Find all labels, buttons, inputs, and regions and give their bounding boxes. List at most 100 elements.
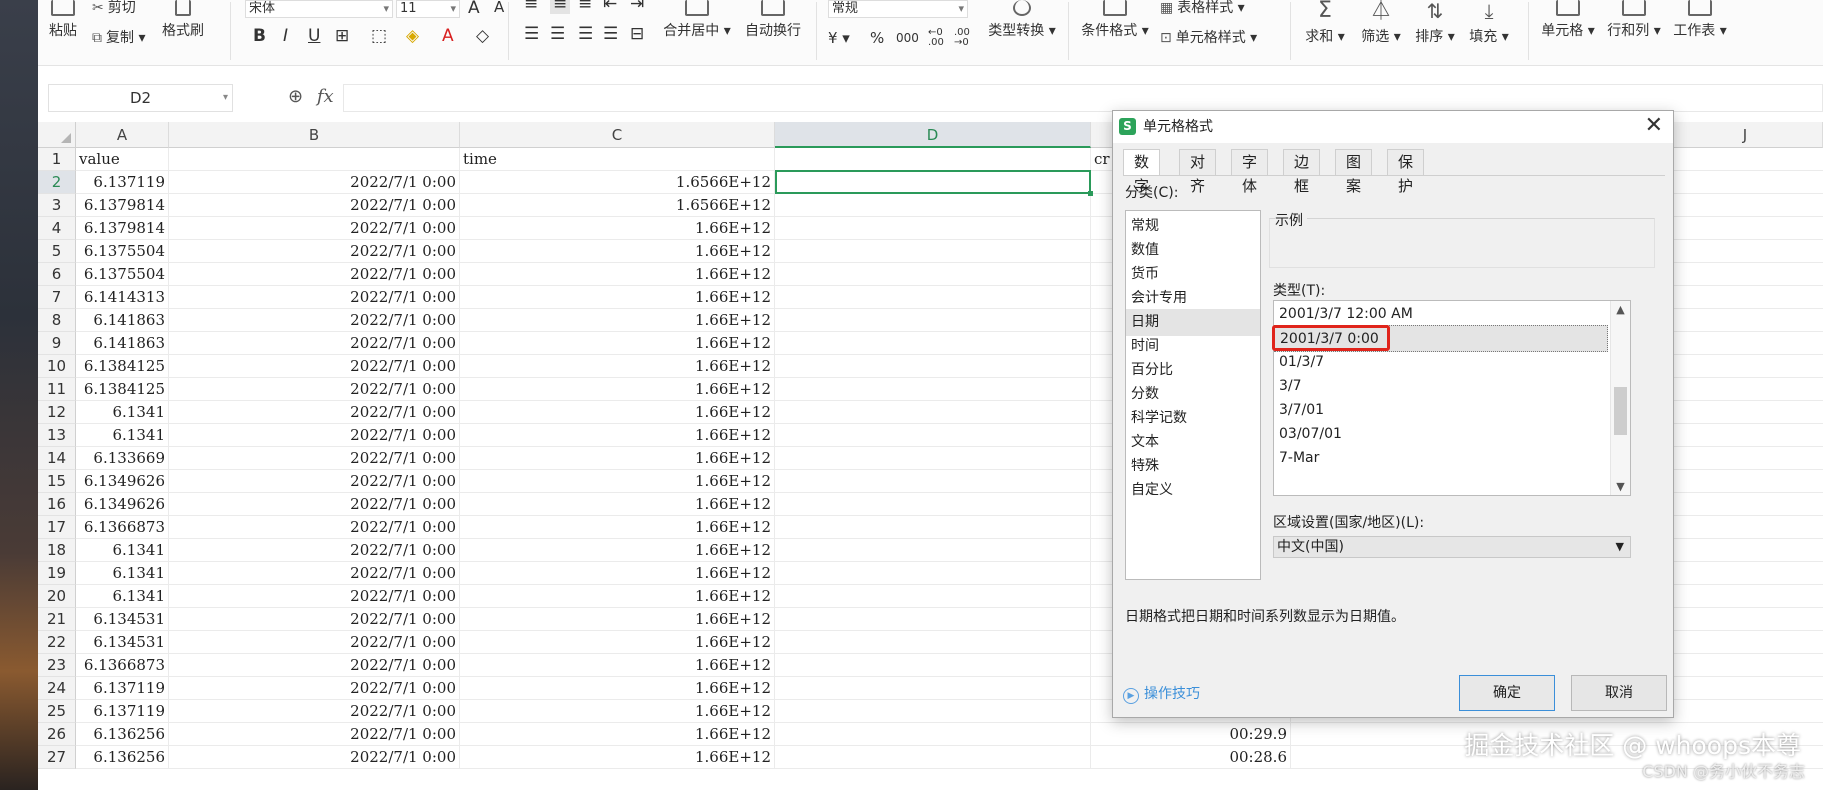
cell-time[interactable]: 1.66E+12 [460, 631, 775, 654]
cell-value[interactable]: 6.1349626 [76, 493, 169, 516]
cell-d[interactable] [775, 723, 1091, 746]
column-header-b[interactable]: B [169, 122, 460, 148]
cell-time[interactable]: 1.66E+12 [460, 654, 775, 677]
cell-time[interactable]: 1.66E+12 [460, 309, 775, 332]
scroll-thumb[interactable] [1614, 387, 1627, 435]
align-center-icon[interactable]: ☰ [550, 24, 565, 44]
cell-value[interactable]: 6.1349626 [76, 470, 169, 493]
cell-e[interactable]: 00:29.9 [1091, 723, 1291, 746]
cell-value[interactable]: 6.1375504 [76, 240, 169, 263]
cell-d[interactable] [775, 286, 1091, 309]
cell-datetime[interactable]: 2022/7/1 0:00 [169, 355, 460, 378]
clear-format-icon[interactable]: ◇ [476, 26, 489, 46]
cell-d[interactable] [775, 378, 1091, 401]
cell-datetime[interactable]: 2022/7/1 0:00 [169, 217, 460, 240]
fill-color-icon[interactable]: ◈ [406, 26, 419, 46]
cell-datetime[interactable]: 2022/7/1 0:00 [169, 470, 460, 493]
cell-e[interactable]: 00:28.6 [1091, 746, 1291, 769]
cell-time[interactable]: 1.66E+12 [460, 700, 775, 723]
cell-time[interactable]: 1.66E+12 [460, 585, 775, 608]
row-header[interactable]: 25 [38, 700, 76, 723]
bold-icon[interactable]: B [253, 26, 266, 46]
cell-datetime[interactable]: 2022/7/1 0:00 [169, 171, 460, 194]
cell-datetime[interactable]: 2022/7/1 0:00 [169, 332, 460, 355]
cell-shade-icon[interactable]: ⬚ [371, 26, 387, 46]
category-item[interactable]: 特殊 [1126, 453, 1260, 480]
row-header[interactable]: 24 [38, 677, 76, 700]
category-item[interactable]: 分数 [1126, 381, 1260, 408]
category-item[interactable]: 百分比 [1126, 357, 1260, 384]
distributed-icon[interactable]: ⊟ [630, 24, 644, 44]
cut-button[interactable]: ✂ 剪切 [92, 0, 136, 16]
cell-d[interactable] [775, 516, 1091, 539]
row-header[interactable]: 26 [38, 723, 76, 746]
cell-value[interactable]: 6.1379814 [76, 194, 169, 217]
cell-value[interactable]: 6.1366873 [76, 654, 169, 677]
cell-time[interactable]: 1.66E+12 [460, 562, 775, 585]
cell-datetime[interactable]: 2022/7/1 0:00 [169, 447, 460, 470]
merge-center-button[interactable]: 合并居中 ▾ [660, 0, 734, 40]
cell-time[interactable]: 1.6566E+12 [460, 194, 775, 217]
cell-datetime[interactable]: 2022/7/1 0:00 [169, 608, 460, 631]
worksheet-button[interactable]: 工作表 ▾ [1670, 0, 1730, 40]
column-header-c[interactable]: C [460, 122, 775, 148]
cell-d[interactable] [775, 562, 1091, 585]
ok-button[interactable]: 确定 [1459, 675, 1555, 711]
cell-time[interactable]: 1.66E+12 [460, 355, 775, 378]
row-header[interactable]: 6 [38, 263, 76, 286]
cell-value[interactable]: 6.137119 [76, 171, 169, 194]
cell-time[interactable]: 1.66E+12 [460, 240, 775, 263]
cell-datetime[interactable]: 2022/7/1 0:00 [169, 286, 460, 309]
cell-value[interactable]: 6.1366873 [76, 516, 169, 539]
row-header[interactable]: 15 [38, 470, 76, 493]
row-header[interactable]: 7 [38, 286, 76, 309]
cell-datetime[interactable]: 2022/7/1 0:00 [169, 240, 460, 263]
close-icon[interactable]: ✕ [1645, 115, 1663, 137]
type-item[interactable]: 01/3/7 [1274, 349, 1608, 376]
cell-value[interactable]: 6.1341 [76, 539, 169, 562]
cell-value[interactable]: 6.137119 [76, 677, 169, 700]
type-item[interactable]: 3/7/01 [1274, 397, 1608, 424]
category-item[interactable]: 货币 [1126, 261, 1260, 288]
increase-decimal-icon[interactable]: ←0.00 [928, 28, 944, 48]
decrease-font-icon[interactable]: A [494, 0, 504, 16]
row-header[interactable]: 14 [38, 447, 76, 470]
row-col-button[interactable]: 行和列 ▾ [1604, 0, 1664, 40]
align-bottom-icon[interactable]: ≡ [578, 0, 592, 14]
cell-value[interactable]: 6.133669 [76, 447, 169, 470]
row-header[interactable]: 9 [38, 332, 76, 355]
font-color-icon[interactable]: A [442, 26, 454, 46]
cell-time[interactable]: 1.66E+12 [460, 424, 775, 447]
header-cell-b[interactable] [169, 148, 460, 171]
cell-time[interactable]: 1.66E+12 [460, 217, 775, 240]
cell-datetime[interactable]: 2022/7/1 0:00 [169, 263, 460, 286]
currency-icon[interactable]: ¥ ▾ [828, 30, 850, 46]
cell-time[interactable]: 1.66E+12 [460, 263, 775, 286]
decrease-decimal-icon[interactable]: .00 →0 [954, 28, 970, 48]
formula-input[interactable] [343, 84, 1823, 112]
sort-button[interactable]: ⇅ 排序 ▾ [1410, 0, 1460, 46]
column-header-d[interactable]: D [775, 122, 1091, 148]
italic-icon[interactable]: I [283, 26, 288, 46]
cancel-button[interactable]: 取消 [1571, 675, 1667, 711]
cell-value[interactable]: 6.1375504 [76, 263, 169, 286]
cell-datetime[interactable]: 2022/7/1 0:00 [169, 585, 460, 608]
conditional-format-button[interactable]: 条件格式 ▾ [1078, 0, 1152, 40]
cell-time[interactable]: 1.66E+12 [460, 723, 775, 746]
type-item[interactable]: 7-Mar [1274, 445, 1608, 472]
active-cell-d2[interactable] [775, 170, 1093, 196]
cell-datetime[interactable]: 2022/7/1 0:00 [169, 309, 460, 332]
cell-d[interactable] [775, 309, 1091, 332]
row-header[interactable]: 18 [38, 539, 76, 562]
column-header-j[interactable]: J [1668, 122, 1823, 148]
cell-d[interactable] [775, 608, 1091, 631]
number-format-select[interactable]: 常规 [828, 0, 968, 18]
type-list-scrollbar[interactable]: ▲ ▼ [1610, 301, 1630, 495]
row-header[interactable]: 1 [38, 148, 76, 171]
cell-time[interactable]: 1.6566E+12 [460, 171, 775, 194]
cell-datetime[interactable]: 2022/7/1 0:00 [169, 424, 460, 447]
cell-datetime[interactable]: 2022/7/1 0:00 [169, 631, 460, 654]
tab-number[interactable]: 数字 [1123, 149, 1161, 195]
percent-icon[interactable]: % [870, 30, 884, 46]
cell-datetime[interactable]: 2022/7/1 0:00 [169, 378, 460, 401]
